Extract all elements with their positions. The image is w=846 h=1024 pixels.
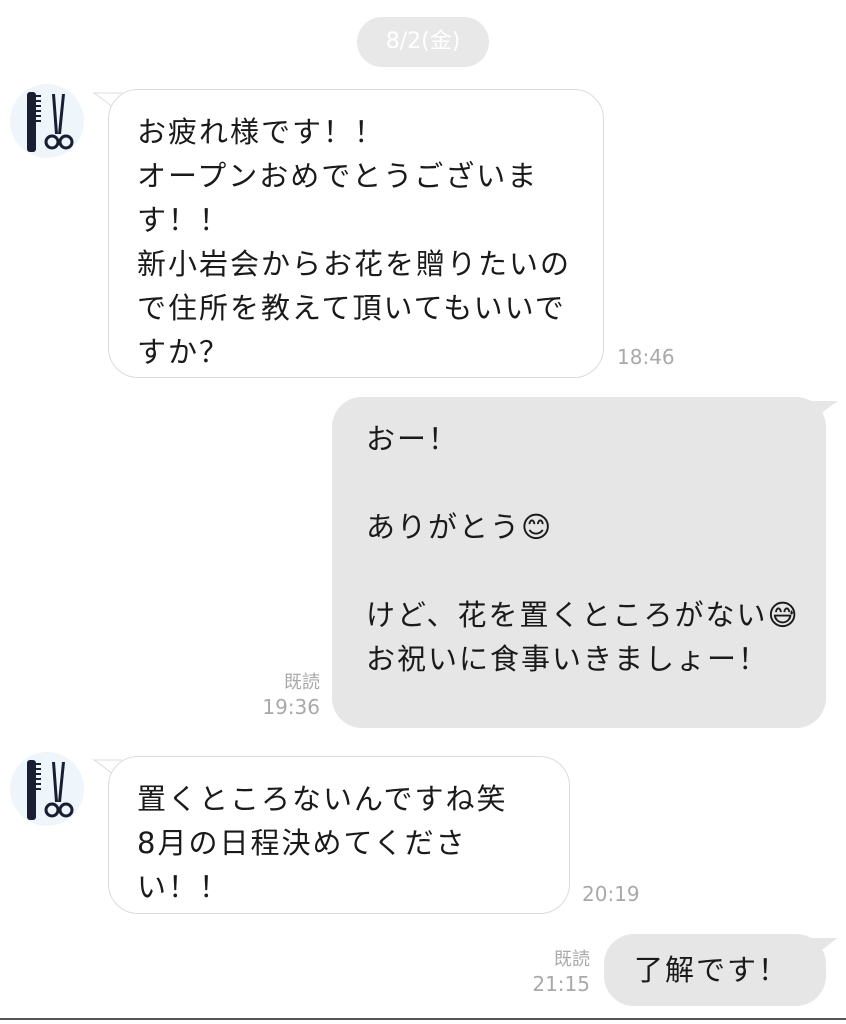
comb-scissors-icon [27,92,74,152]
bottom-divider [0,1018,846,1020]
message-time: 19:36 [262,695,320,719]
message-meta: 18:46 [617,345,675,369]
sender-avatar[interactable] [10,752,84,826]
message-meta: 既読 21:15 [510,948,590,996]
message-meta: 20:19 [582,882,640,906]
message-time: 20:19 [582,882,640,906]
message-bubble-incoming[interactable]: お疲れ様です！！ オープンおめでとうございます！！ 新小岩会からお花を贈りたいの… [108,89,604,378]
message-time: 18:46 [617,345,675,369]
message-time: 21:15 [532,972,590,996]
sender-avatar[interactable] [10,84,84,158]
read-receipt: 既読 [284,672,320,693]
message-bubble-outgoing[interactable]: 了解です！ [604,934,826,1006]
comb-scissors-icon [27,760,74,820]
message-bubble-outgoing[interactable]: おー！ ありがとう😊 けど、花を置くところがない😅 お祝いに食事いきましょー！ [332,397,826,728]
message-meta: 既読 19:36 [240,671,320,719]
date-separator: 8/2(金) [357,17,489,67]
message-bubble-incoming[interactable]: 置くところないんですね笑 8月の日程決めてください！！ [108,756,570,914]
read-receipt: 既読 [554,949,590,970]
